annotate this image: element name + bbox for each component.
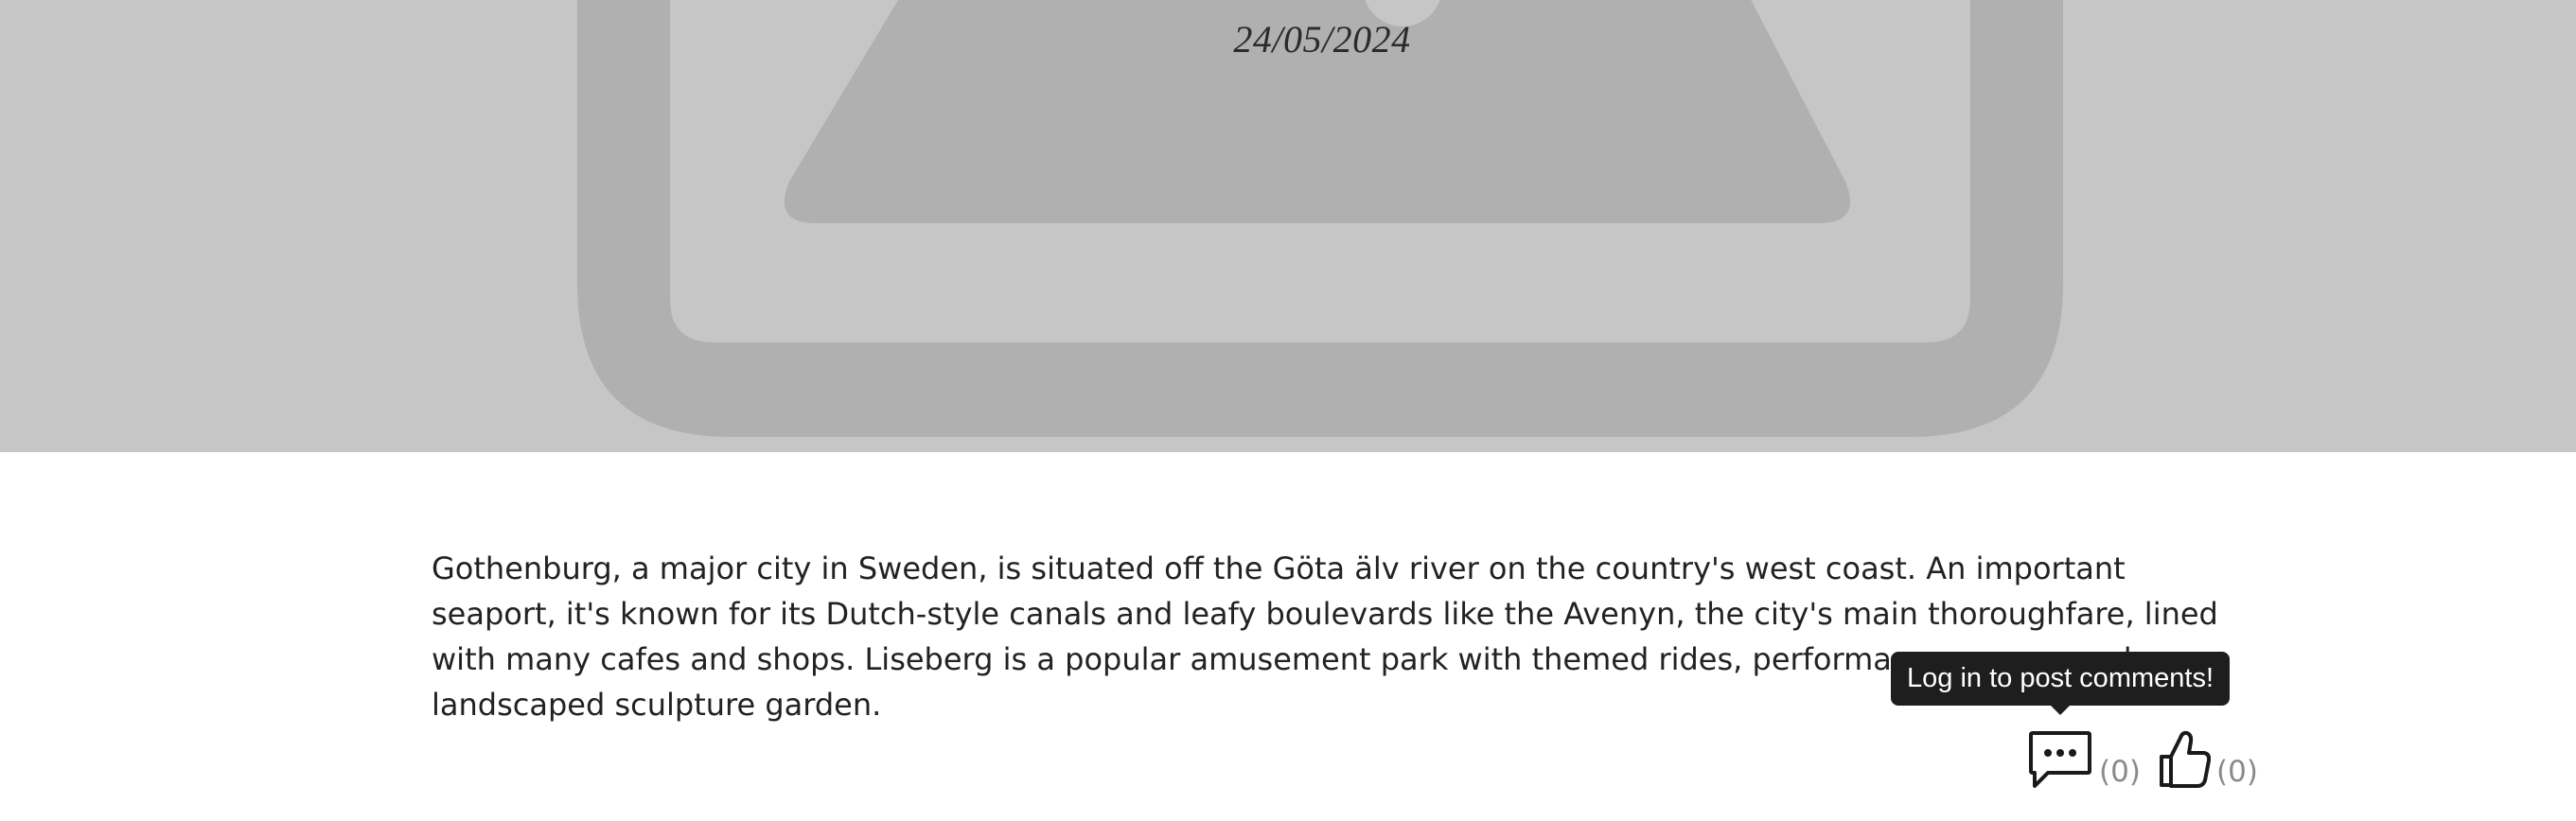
tooltip-arrow — [2050, 705, 2071, 715]
image-placeholder-icon — [577, 0, 2063, 437]
likes-count: (0) — [2216, 755, 2258, 789]
comment-icon[interactable] — [2027, 728, 2093, 791]
article-date: 24/05/2024 — [1233, 18, 1411, 61]
login-tooltip: Log in to post comments! — [1891, 652, 2230, 706]
comments-count: (0) — [2099, 755, 2141, 789]
article-page: 24/05/2024 Gothenburg, a major city in S… — [0, 0, 2576, 821]
likes-action[interactable]: (0) — [2158, 725, 2258, 791]
thumbs-up-icon[interactable] — [2158, 728, 2211, 791]
hero-image: 24/05/2024 — [0, 0, 2576, 452]
comments-action[interactable]: (0) — [2027, 725, 2141, 791]
